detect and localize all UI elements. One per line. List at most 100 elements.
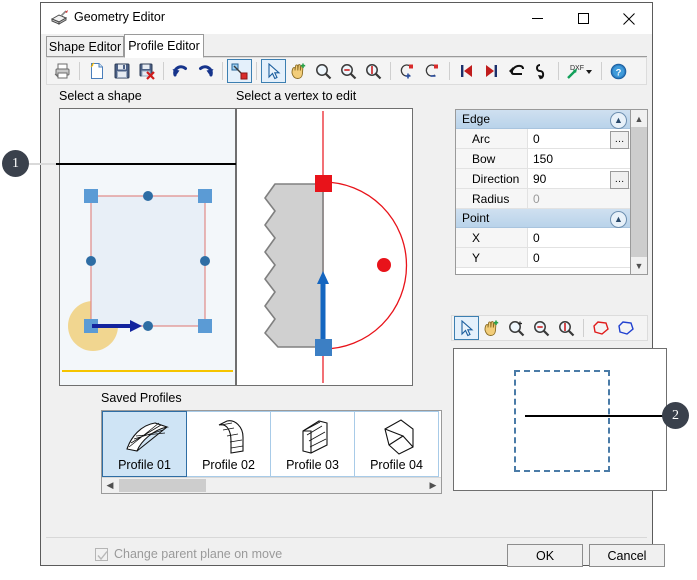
profile-item-03-label: Profile 03 [286,458,339,472]
save-icon[interactable] [109,59,134,83]
geometry-editor-window: Geometry Editor Shape Editor Profile Edi… [40,2,667,567]
profile-item-04-label: Profile 04 [370,458,423,472]
property-grid-scrollbar[interactable]: ▲ ▼ [631,109,648,275]
arc-ellipsis-button[interactable]: … [610,131,629,149]
scrollbar-thumb[interactable] [631,127,647,257]
checkbox-box[interactable] [95,547,108,561]
chevron-down-icon[interactable]: ▼ [631,257,647,274]
shape-canvas[interactable] [59,108,236,386]
profile-item-01[interactable]: Profile 01 [102,411,187,477]
select-arrow-icon[interactable] [454,316,479,340]
property-value-bow[interactable]: 150 [528,149,630,168]
zoom-fit-icon[interactable] [361,59,386,83]
toolbar-separator [558,62,559,80]
ok-button[interactable]: OK [507,544,583,567]
profile-item-04[interactable]: Profile 04 [354,411,439,477]
chevron-left-icon[interactable]: ◀ [102,478,118,493]
zoom-fit-icon[interactable] [554,316,579,340]
property-row-x[interactable]: X 0 [456,228,630,248]
maximize-button[interactable] [560,3,606,34]
close-button[interactable] [606,3,652,34]
property-row-y[interactable]: Y 0 [456,248,630,268]
profile-item-01-label: Profile 01 [118,458,171,472]
chevron-up-icon[interactable]: ▲ [610,211,627,228]
property-value-x[interactable]: 0 [528,228,630,247]
redo-icon[interactable] [193,59,218,83]
checkbox-label: Change parent plane on move [114,547,283,561]
profile-thumbnail-icon [369,417,425,462]
zoom-icon[interactable] [311,59,336,83]
zoom-out-icon[interactable] [336,59,361,83]
property-value-y[interactable]: 0 [528,248,630,267]
window-title: Geometry Editor [74,10,166,24]
preview-dashed-outline [514,370,610,472]
dxf-import-icon[interactable]: DXF [563,59,597,83]
property-name-bow: Bow [456,149,528,168]
profile-item-02-label: Profile 02 [202,458,255,472]
last-vertex-icon[interactable] [479,59,504,83]
callout-1-label: 1 [12,155,19,171]
remove-vertex-icon[interactable] [420,59,445,83]
callout-1-leader [56,163,236,165]
scrollbar-thumb[interactable] [119,479,206,492]
new-icon[interactable] [84,59,109,83]
property-row-bow[interactable]: Bow 150 [456,149,630,169]
tab-strip: Shape Editor Profile Editor [41,34,652,58]
callout-2-label: 2 [672,407,679,423]
chevron-up-icon[interactable]: ▲ [610,112,627,129]
cancel-button-label: Cancel [607,548,647,563]
tab-shape-editor[interactable]: Shape Editor [46,36,124,57]
outline-blue-icon[interactable] [613,316,638,340]
zoom-out-icon[interactable] [529,316,554,340]
flip-icon[interactable] [529,59,554,83]
chevron-up-icon[interactable]: ▲ [631,110,647,127]
property-grid: Edge ▲ Arc 0 … Bow 150 Direction 90 … Ra… [455,109,631,275]
svg-text:DXF: DXF [570,65,584,72]
vertex-canvas[interactable] [236,108,413,386]
property-category-point-label: Point [462,211,490,225]
first-vertex-icon[interactable] [454,59,479,83]
zoom-in-icon[interactable] [504,316,529,340]
property-category-point[interactable]: Point ▲ [456,209,630,228]
add-vertex-icon[interactable] [395,59,420,83]
tab-profile-editor-label: Profile Editor [128,39,200,53]
profile-thumbnail-icon [201,417,257,462]
chevron-right-icon[interactable]: ▶ [425,478,441,493]
main-toolbar: DXF ? [46,57,647,85]
svg-text:?: ? [616,67,622,78]
outline-red-icon[interactable] [588,316,613,340]
toolbar-separator [601,62,602,80]
saved-profiles-list: Profile 01 Profile 02 Profile 03 Profile… [101,410,442,494]
pan-hand-icon[interactable] [286,59,311,83]
help-icon[interactable]: ? [606,59,631,83]
toolbar-separator [79,62,80,80]
profile-thumbnail-icon [117,417,173,462]
undo-icon[interactable] [168,59,193,83]
select-arrow-icon[interactable] [261,59,286,83]
pan-hand-icon[interactable] [479,316,504,340]
direction-ellipsis-button[interactable]: … [610,171,629,189]
cancel-button[interactable]: Cancel [589,544,665,567]
print-icon[interactable] [50,59,75,83]
edit-geometry-icon[interactable] [227,59,252,83]
profile-item-02[interactable]: Profile 02 [186,411,271,477]
toolbar-separator [390,62,391,80]
preview-toolbar [451,315,648,341]
tab-profile-editor[interactable]: Profile Editor [124,34,204,58]
tab-shape-editor-label: Shape Editor [48,39,122,54]
reverse-direction-icon[interactable] [504,59,529,83]
delete-save-icon[interactable] [134,59,159,83]
title-bar: Geometry Editor [41,3,652,35]
geometry-editor-icon [50,10,69,26]
profile-preview-canvas[interactable] [453,348,667,491]
toolbar-separator [163,62,164,80]
profile-item-03[interactable]: Profile 03 [270,411,355,477]
profiles-horizontal-scrollbar[interactable]: ◀ ▶ [102,477,441,493]
property-row-direction[interactable]: Direction 90 … [456,169,630,189]
property-category-edge[interactable]: Edge ▲ [456,110,630,129]
change-parent-plane-checkbox[interactable]: Change parent plane on move [95,547,282,561]
property-value-radius: 0 [528,189,630,208]
property-name-x: X [456,228,528,247]
minimize-button[interactable] [514,3,560,34]
property-row-arc[interactable]: Arc 0 … [456,129,630,149]
